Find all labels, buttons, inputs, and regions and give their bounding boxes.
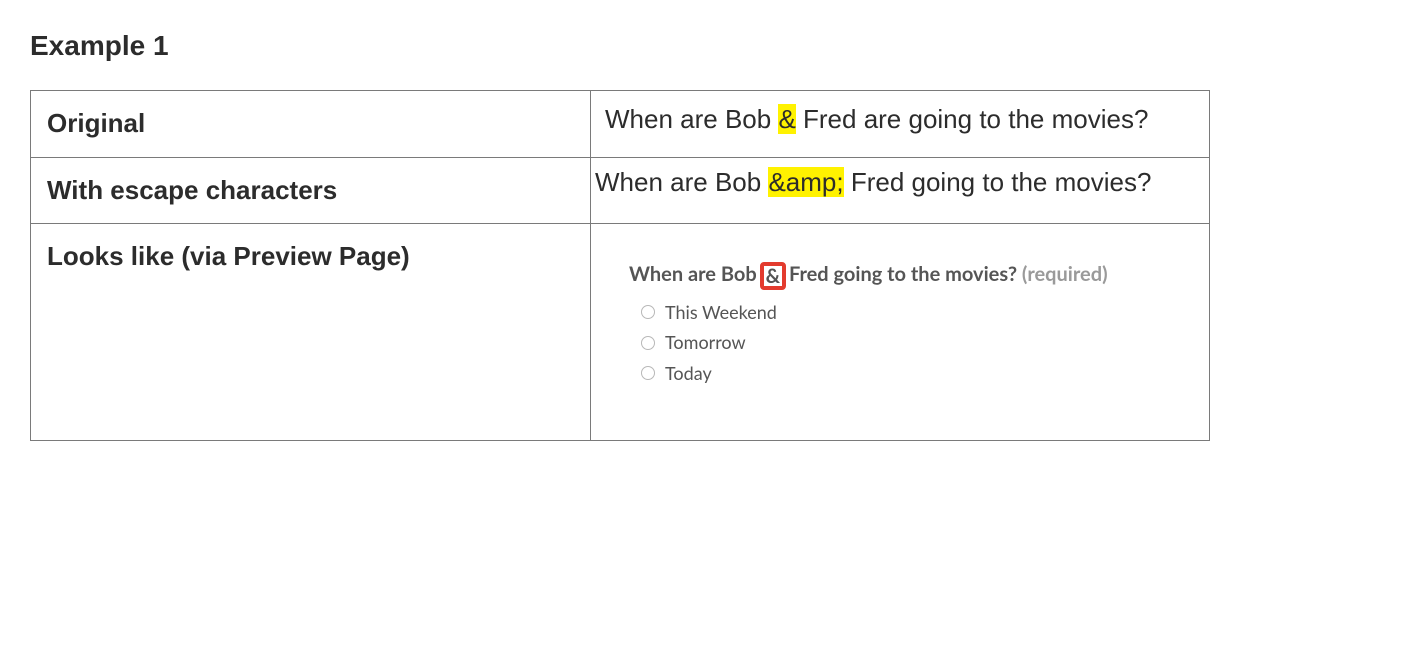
option-label: Tomorrow [665, 329, 746, 355]
list-item[interactable]: This Weekend [641, 299, 1171, 325]
row-label-original: Original [31, 91, 591, 158]
radio-icon[interactable] [641, 305, 655, 319]
option-label: This Weekend [665, 299, 777, 325]
table-row: With escape characters When are Bob &amp… [31, 157, 1210, 224]
row-value-escaped: When are Bob &amp; Fred going to the mov… [591, 157, 1210, 224]
radio-icon[interactable] [641, 366, 655, 380]
list-item[interactable]: Today [641, 360, 1171, 386]
section-title: Example 1 [30, 30, 1380, 62]
text-before: When are Bob [595, 167, 768, 197]
table-row: Looks like (via Preview Page) When are B… [31, 224, 1210, 440]
row-label-preview: Looks like (via Preview Page) [31, 224, 591, 440]
required-label: (required) [1022, 262, 1108, 286]
row-value-original: When are Bob & Fred are going to the mov… [591, 91, 1210, 158]
row-label-escaped: With escape characters [31, 157, 591, 224]
list-item[interactable]: Tomorrow [641, 329, 1171, 355]
highlight-escape-sequence: &amp; [768, 167, 843, 197]
text-after: Fred are going to the movies? [796, 104, 1149, 134]
text-after: Fred going to the movies? [844, 167, 1152, 197]
option-label: Today [665, 360, 712, 386]
preview-block: When are Bob & Fred going to the movies?… [605, 234, 1195, 429]
question-before: When are Bob [629, 262, 757, 286]
preview-question: When are Bob & Fred going to the movies?… [629, 260, 1171, 289]
text-before: When are Bob [605, 104, 778, 134]
table-row: Original When are Bob & Fred are going t… [31, 91, 1210, 158]
example-table: Original When are Bob & Fred are going t… [30, 90, 1210, 441]
highlight-ampersand: & [778, 104, 795, 134]
row-value-preview: When are Bob & Fred going to the movies?… [591, 224, 1210, 440]
question-after: Fred going to the movies? [789, 262, 1017, 286]
preview-options: This Weekend Tomorrow Today [629, 299, 1171, 385]
radio-icon[interactable] [641, 336, 655, 350]
red-callout-box: & [760, 262, 786, 290]
